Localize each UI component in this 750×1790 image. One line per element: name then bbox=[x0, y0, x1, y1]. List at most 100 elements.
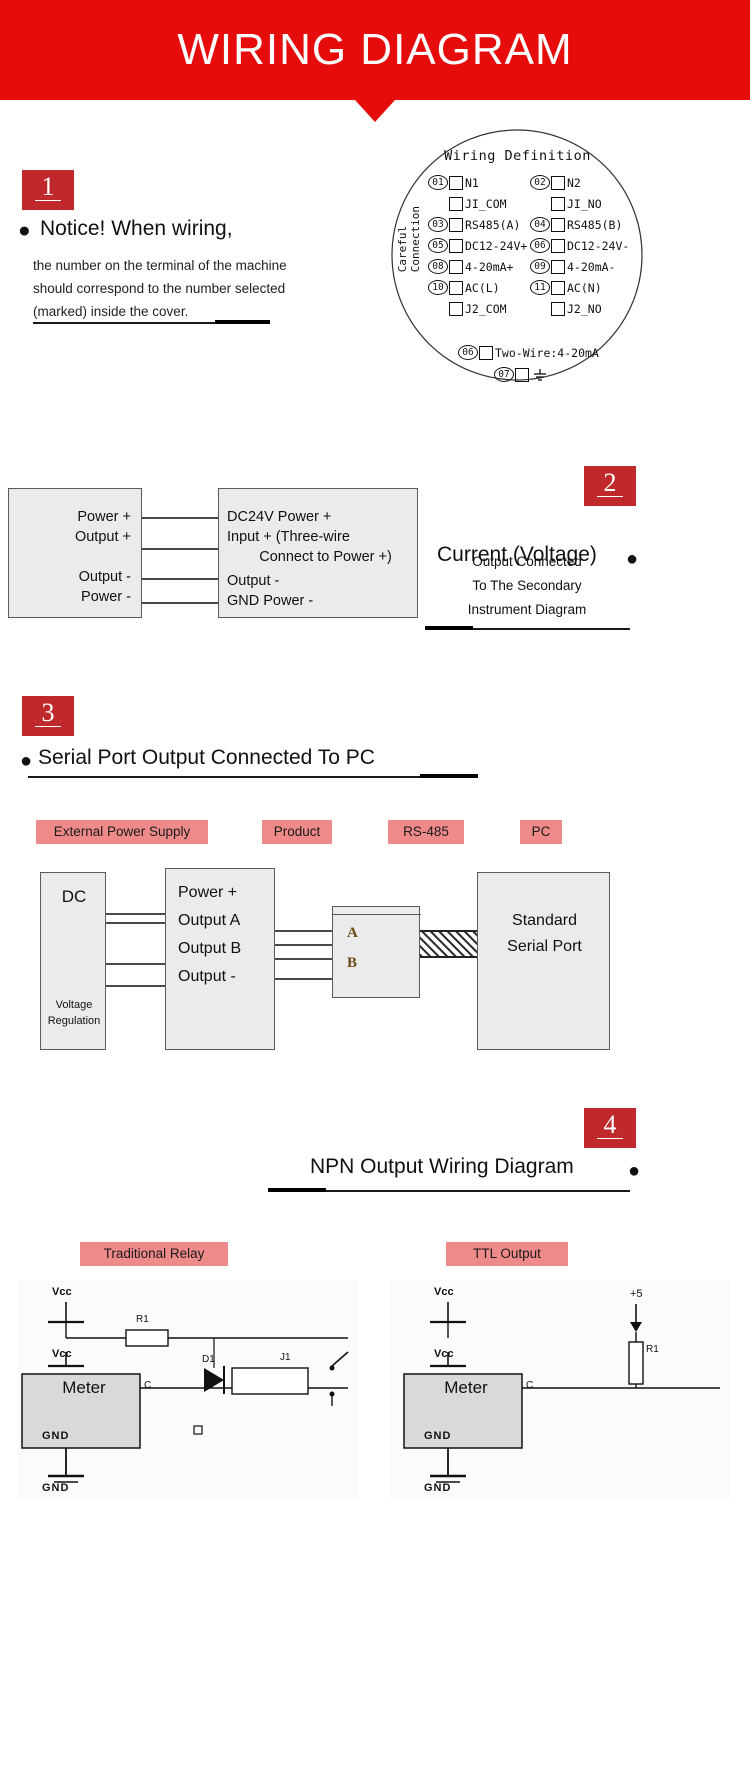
notice-underline-accent bbox=[215, 320, 270, 324]
pc-line-2: Serial Port bbox=[507, 938, 582, 955]
relay-d1-label: D1 bbox=[202, 1354, 215, 1365]
wiring-definition-title: Wiring Definition bbox=[444, 148, 591, 164]
product-line-4: Output - bbox=[178, 968, 236, 985]
terminal-row-two-wire: 06 Two-Wire:4-20mA bbox=[458, 342, 599, 363]
terminal-checkbox[interactable] bbox=[551, 301, 565, 316]
terminal-checkbox[interactable] bbox=[551, 280, 565, 295]
product-box: Power + Output A Output B Output - bbox=[165, 868, 275, 1050]
relay-gnd-top-label: GND bbox=[42, 1430, 70, 1442]
terminal-row: 08 4-20mA+ bbox=[428, 256, 527, 277]
tag-external-power-supply: External Power Supply bbox=[36, 820, 208, 844]
ttl-vcc-top-label: Vcc bbox=[434, 1286, 454, 1298]
ttl-c-label: C bbox=[526, 1380, 534, 1391]
wire-product-to-converter-1 bbox=[274, 930, 332, 932]
section-2-sub-2: To The Secondary bbox=[472, 578, 582, 593]
notice-bullet-icon: ● bbox=[18, 219, 31, 242]
terminal-checkbox[interactable] bbox=[449, 175, 463, 190]
terminal-checkbox[interactable] bbox=[449, 196, 463, 211]
secondary-left-box: Power + Output + Output - Power - bbox=[8, 488, 142, 618]
notice-line-3: (marked) inside the cover. bbox=[33, 304, 189, 319]
terminal-label: JI_NO bbox=[567, 196, 602, 211]
wire-power-minus bbox=[140, 602, 220, 604]
terminal-row: J2_COM bbox=[428, 298, 527, 319]
terminal-number: 08 bbox=[428, 259, 448, 274]
terminal-row: 11 AC(N) bbox=[530, 277, 629, 298]
secondary-left-line-4: Output - bbox=[78, 569, 131, 585]
terminal-row: 06 DC12-24V- bbox=[530, 235, 629, 256]
tag-pc: PC bbox=[520, 820, 562, 844]
terminal-row: 03 RS485(A) bbox=[428, 214, 527, 235]
tag-rs485: RS-485 bbox=[388, 820, 464, 844]
terminal-label: AC(L) bbox=[465, 280, 500, 295]
terminal-checkbox[interactable] bbox=[551, 175, 565, 190]
voltage-regulation-label-2: Regulation bbox=[47, 1015, 101, 1027]
terminal-label: Two-Wire:4-20mA bbox=[495, 345, 599, 360]
terminal-number: 02 bbox=[530, 175, 550, 190]
section-3-title: Serial Port Output Connected To PC bbox=[38, 746, 375, 769]
wire-dc-to-product-4 bbox=[105, 985, 167, 987]
dc-label: DC bbox=[61, 887, 87, 906]
terminal-checkbox[interactable] bbox=[449, 280, 463, 295]
converter-top-strip bbox=[333, 909, 421, 915]
terminal-label: 4-20mA- bbox=[567, 259, 616, 274]
terminal-checkbox[interactable] bbox=[551, 217, 565, 232]
wire-product-to-converter-4 bbox=[274, 978, 332, 980]
terminal-label: RS485(B) bbox=[567, 217, 623, 232]
terminal-checkbox[interactable] bbox=[515, 367, 529, 382]
product-line-1: Power + bbox=[178, 884, 238, 901]
tag-traditional-relay: Traditional Relay bbox=[80, 1242, 228, 1266]
voltage-regulation-label-1: Voltage bbox=[55, 999, 93, 1011]
terminal-number: 03 bbox=[428, 217, 448, 232]
terminal-number bbox=[530, 301, 550, 316]
dc-power-box: DC Voltage Regulation bbox=[40, 872, 106, 1050]
secondary-left-line-2: Output + bbox=[74, 529, 131, 545]
ttl-r1-label: R1 bbox=[646, 1344, 659, 1355]
terminal-row: 04 RS485(B) bbox=[530, 214, 629, 235]
tag-product: Product bbox=[262, 820, 332, 844]
tag-ttl-output: TTL Output bbox=[446, 1242, 568, 1266]
terminal-checkbox[interactable] bbox=[479, 345, 493, 360]
step-badge-4-number: 4 bbox=[603, 1110, 617, 1139]
terminal-checkbox[interactable] bbox=[449, 217, 463, 232]
terminal-label: DC12-24V+ bbox=[465, 238, 528, 253]
wire-dc-to-product-1 bbox=[105, 913, 167, 915]
relay-c-label: C bbox=[144, 1380, 152, 1391]
terminal-number: 06 bbox=[458, 345, 478, 360]
terminal-number: 10 bbox=[428, 280, 448, 295]
ttl-gnd-bottom-label: GND bbox=[424, 1482, 452, 1494]
terminal-checkbox[interactable] bbox=[449, 238, 463, 253]
terminal-checkbox[interactable] bbox=[449, 301, 463, 316]
ttl-plus5-label: +5 bbox=[630, 1288, 643, 1300]
wire-output-plus bbox=[140, 548, 220, 550]
product-line-2: Output A bbox=[178, 912, 241, 929]
secondary-left-line-5: Power - bbox=[81, 589, 131, 605]
terminal-label: J2_NO bbox=[567, 301, 602, 316]
banner-arrow-icon bbox=[355, 100, 395, 122]
section-2-sub-1: Output Connected bbox=[472, 554, 582, 569]
terminal-number: 04 bbox=[530, 217, 550, 232]
terminal-checkbox[interactable] bbox=[551, 238, 565, 253]
terminal-label: N1 bbox=[465, 175, 479, 190]
relay-vcc-top-label: Vcc bbox=[52, 1286, 72, 1298]
terminal-number bbox=[530, 196, 550, 211]
section-3-underline-accent bbox=[420, 774, 478, 778]
terminal-label: N2 bbox=[567, 175, 581, 190]
section-4-underline-accent bbox=[268, 1188, 326, 1192]
relay-r1-label: R1 bbox=[136, 1314, 149, 1325]
terminal-checkbox[interactable] bbox=[449, 259, 463, 274]
section-4-title: NPN Output Wiring Diagram bbox=[310, 1155, 574, 1178]
relay-vcc-mid-label: Vcc bbox=[52, 1348, 72, 1360]
page-title: WIRING DIAGRAM bbox=[177, 25, 573, 74]
wire-dc-to-product-2 bbox=[105, 922, 167, 924]
terminal-column-right: 02 N2 JI_NO 04 RS485(B) 06 DC12-24V- 09 … bbox=[530, 172, 629, 319]
step-badge-4: 4 bbox=[584, 1108, 636, 1148]
terminal-checkbox[interactable] bbox=[551, 259, 565, 274]
terminal-checkbox[interactable] bbox=[551, 196, 565, 211]
terminal-number: 11 bbox=[530, 280, 550, 295]
terminal-row: JI_COM bbox=[428, 193, 527, 214]
terminal-row: 02 N2 bbox=[530, 172, 629, 193]
rs485-converter-box: A B bbox=[332, 906, 421, 998]
terminal-row: 01 N1 bbox=[428, 172, 527, 193]
step-badge-3: 3 bbox=[22, 696, 74, 736]
section-2-underline-accent bbox=[425, 626, 473, 630]
